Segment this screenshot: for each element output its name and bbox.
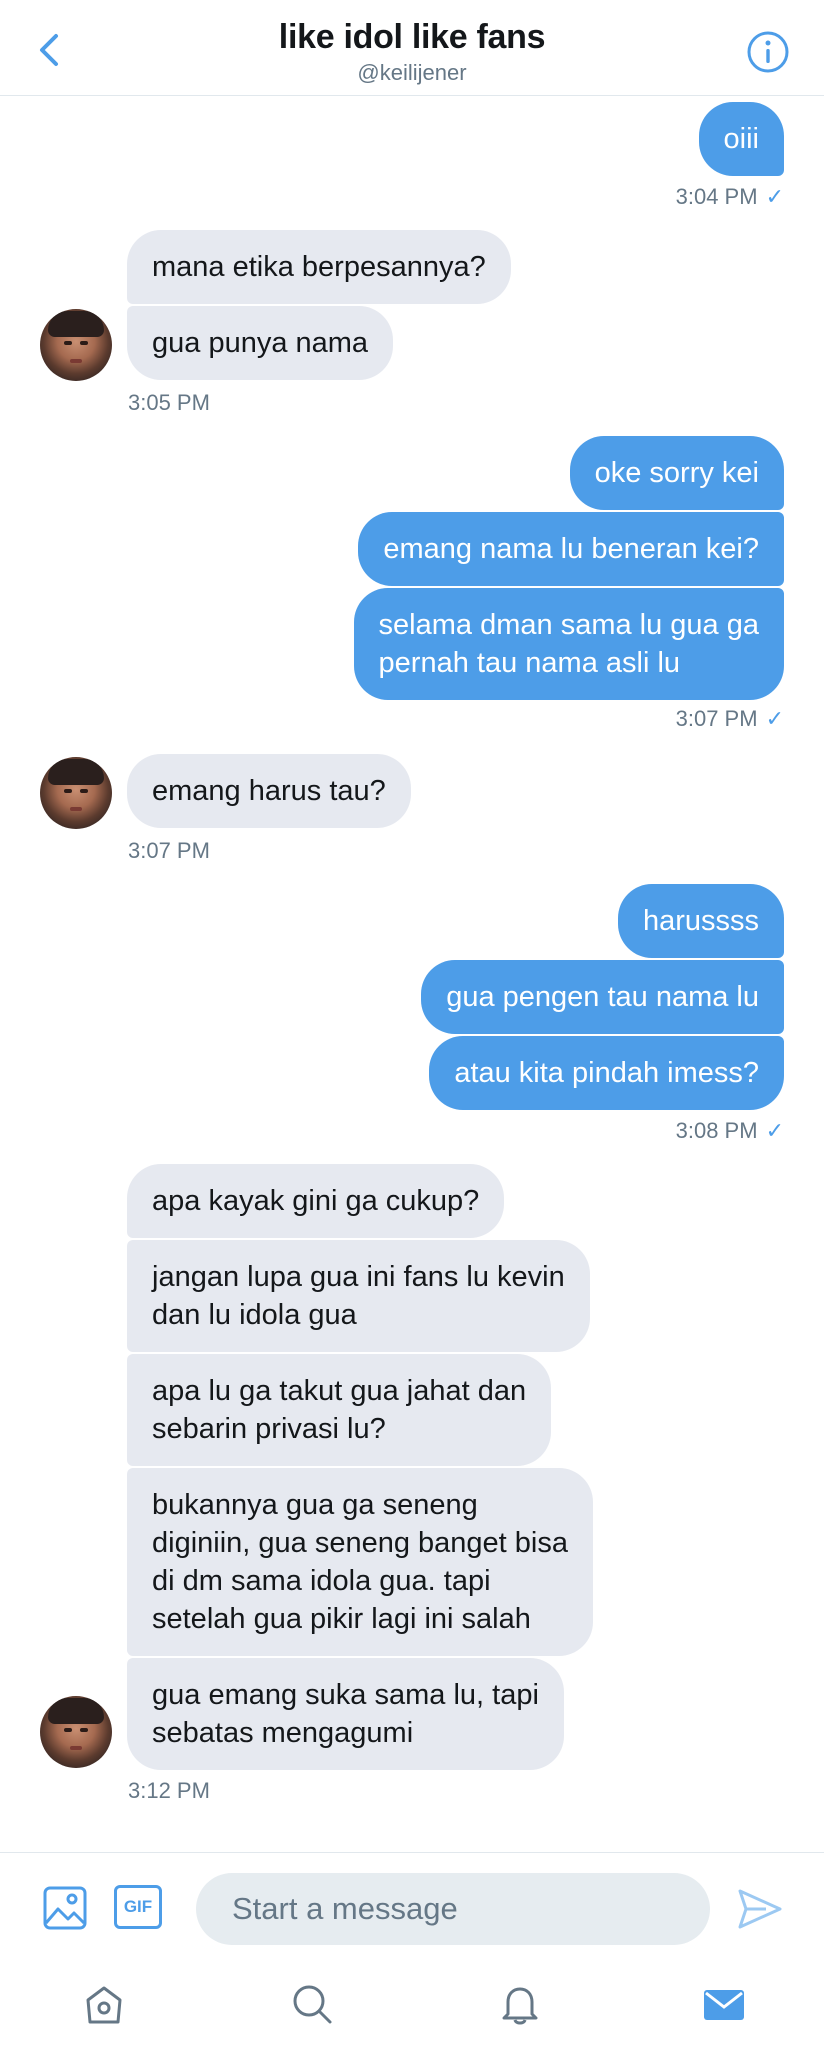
message-composer: GIF — [0, 1852, 824, 1958]
outgoing-message[interactable]: oke sorry kei — [569, 436, 784, 510]
message-timestamp: 3:12 PM — [128, 1778, 210, 1803]
tab-home[interactable] — [80, 1980, 128, 2028]
outgoing-message[interactable]: harussss — [617, 884, 784, 958]
incoming-message[interactable]: mana etika berpesannya? — [127, 230, 511, 304]
message-thread[interactable]: oiii 3:04 PM ✓ mana etika berpesannya? gu… — [0, 96, 824, 1852]
outgoing-message[interactable]: atau kita pindah imess? — [429, 1036, 784, 1110]
avatar[interactable] — [40, 757, 112, 829]
incoming-message[interactable]: bukannya gua ga seneng diginiin, gua sen… — [127, 1468, 593, 1656]
message-timestamp: 3:07 PM — [128, 838, 210, 863]
home-icon — [86, 1986, 122, 2024]
conversation-handle: @keilijener — [357, 60, 467, 85]
incoming-message[interactable]: jangan lupa gua ini fans lu kevin dan lu… — [127, 1240, 590, 1352]
message-timestamp: 3:04 PM ✓ — [675, 184, 784, 209]
tab-notifications[interactable] — [496, 1980, 544, 2028]
outgoing-message[interactable]: emang nama lu beneran kei? — [358, 512, 784, 586]
info-icon — [747, 31, 789, 73]
send-icon — [738, 1889, 782, 1929]
conversation-title: like idol like fans — [278, 18, 546, 56]
search-icon — [293, 1985, 332, 2024]
avatar[interactable] — [40, 1696, 112, 1768]
gif-button[interactable]: GIF — [114, 1885, 162, 1929]
conversation-header: like idol like fans @keilijener — [0, 0, 824, 96]
message-timestamp: 3:05 PM — [128, 390, 210, 415]
incoming-message[interactable]: apa lu ga takut gua jahat dan sebarin pr… — [127, 1354, 552, 1466]
incoming-message[interactable]: emang harus tau? — [127, 754, 411, 828]
tab-messages[interactable] — [700, 1980, 748, 2028]
message-input[interactable] — [196, 1873, 710, 1945]
message-timestamp: 3:08 PM ✓ — [675, 1118, 784, 1143]
tab-bar — [0, 1958, 824, 2048]
image-icon — [43, 1886, 87, 1930]
outgoing-message[interactable]: selama dman sama lu gua ga pernah tau na… — [353, 588, 784, 700]
mail-icon — [704, 1990, 744, 2020]
send-button[interactable] — [736, 1887, 784, 1931]
tab-search[interactable] — [288, 1980, 336, 2028]
media-button[interactable] — [42, 1885, 88, 1931]
read-check-icon: ✓ — [765, 1118, 784, 1143]
bell-icon — [502, 1987, 538, 2025]
avatar[interactable] — [40, 309, 112, 381]
outgoing-message[interactable]: gua pengen tau nama lu — [421, 960, 784, 1034]
message-timestamp: 3:07 PM ✓ — [675, 706, 784, 731]
read-check-icon: ✓ — [765, 706, 784, 731]
info-button[interactable] — [746, 30, 790, 74]
incoming-message[interactable]: gua emang suka sama lu, tapi sebatas men… — [127, 1658, 564, 1770]
read-check-icon: ✓ — [765, 184, 784, 209]
outgoing-message[interactable]: oiii — [698, 102, 784, 176]
incoming-message[interactable]: gua punya nama — [127, 306, 394, 380]
incoming-message[interactable]: apa kayak gini ga cukup? — [127, 1164, 505, 1238]
